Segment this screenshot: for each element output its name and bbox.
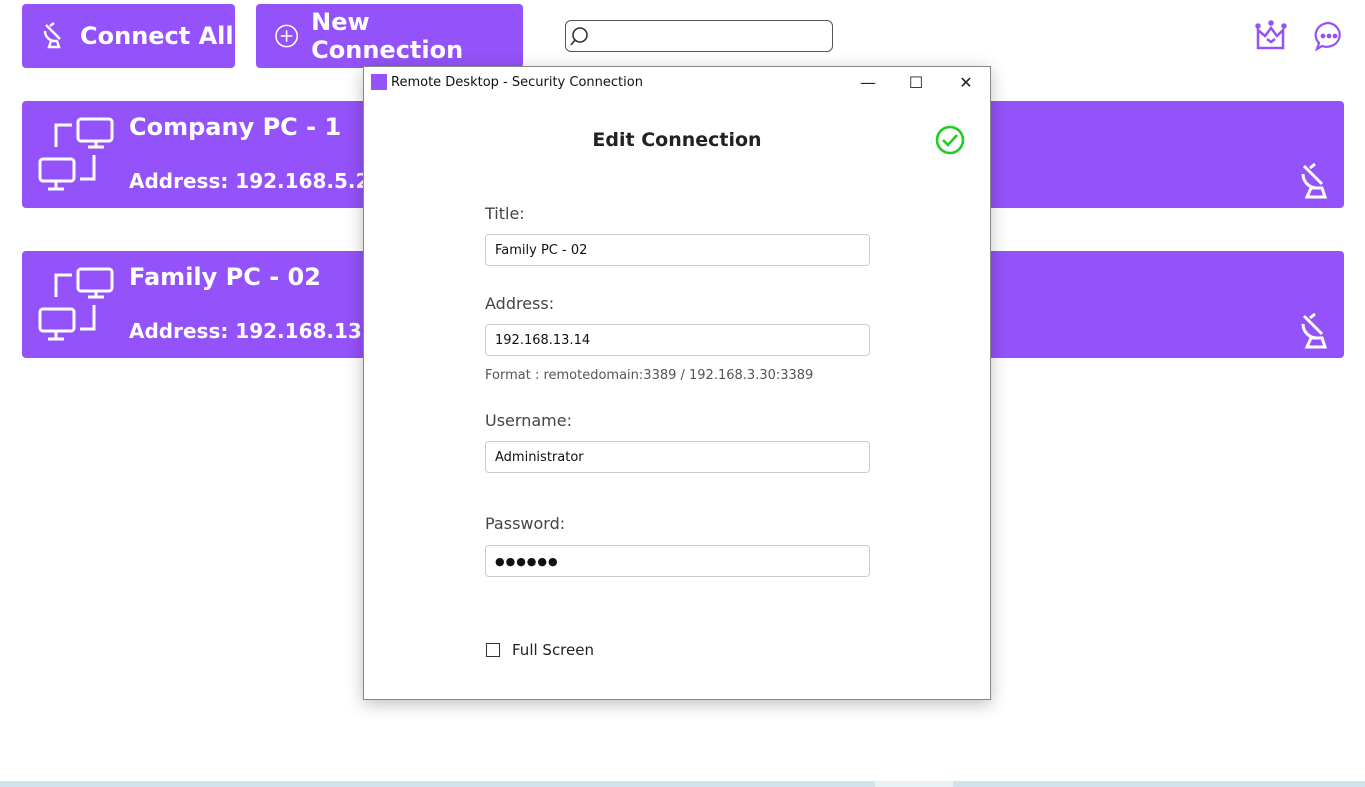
satellite-dish-icon — [40, 21, 68, 51]
fullscreen-label: Full Screen — [512, 641, 594, 659]
satellite-dish-connect-icon[interactable] — [1298, 162, 1332, 200]
address-label: Address: — [485, 294, 554, 313]
search-icon — [570, 26, 592, 48]
horizontal-scrollbar[interactable] — [0, 781, 1365, 787]
crown-icon[interactable] — [1255, 20, 1287, 52]
close-button[interactable]: ✕ — [942, 67, 990, 97]
new-connection-label: New Connection — [311, 8, 523, 64]
title-label: Title: — [485, 204, 525, 223]
maximize-button[interactable]: ☐ — [892, 67, 940, 97]
search-input[interactable] — [565, 20, 833, 52]
dialog-heading: Edit Connection — [364, 129, 990, 151]
checkbox-box[interactable] — [486, 643, 500, 657]
title-input[interactable]: Family PC - 02 — [485, 234, 870, 266]
username-label: Username: — [485, 411, 572, 430]
window-title: Remote Desktop - Security Connection — [391, 75, 643, 90]
network-computers-icon — [38, 267, 114, 343]
minimize-button[interactable]: — — [844, 67, 892, 97]
app-icon — [371, 74, 387, 90]
connection-address: Address: 192.168.5.20 — [129, 169, 383, 193]
fullscreen-checkbox[interactable]: Full Screen — [486, 641, 594, 659]
plus-circle-icon — [274, 23, 299, 49]
username-input[interactable]: Administrator — [485, 441, 870, 473]
password-label: Password: — [485, 514, 565, 533]
save-check-icon[interactable] — [935, 125, 965, 155]
connect-all-label: Connect All — [80, 22, 234, 50]
edit-connection-dialog: Remote Desktop - Security Connection — ☐… — [363, 66, 991, 700]
connection-title: Company PC - 1 — [129, 113, 341, 141]
connection-address: Address: 192.168.13.14 — [129, 319, 397, 343]
chat-icon[interactable] — [1313, 20, 1345, 52]
address-format-hint: Format : remotedomain:3389 / 192.168.3.3… — [485, 368, 813, 383]
new-connection-button[interactable]: New Connection — [256, 4, 523, 68]
connection-title: Family PC - 02 — [129, 263, 321, 291]
password-input[interactable]: ●●●●●● — [485, 545, 870, 577]
connect-all-button[interactable]: Connect All — [22, 4, 235, 68]
scrollbar-thumb[interactable] — [875, 781, 953, 787]
network-computers-icon — [38, 117, 114, 193]
satellite-dish-connect-icon[interactable] — [1298, 312, 1332, 350]
address-input[interactable]: 192.168.13.14 — [485, 324, 870, 356]
